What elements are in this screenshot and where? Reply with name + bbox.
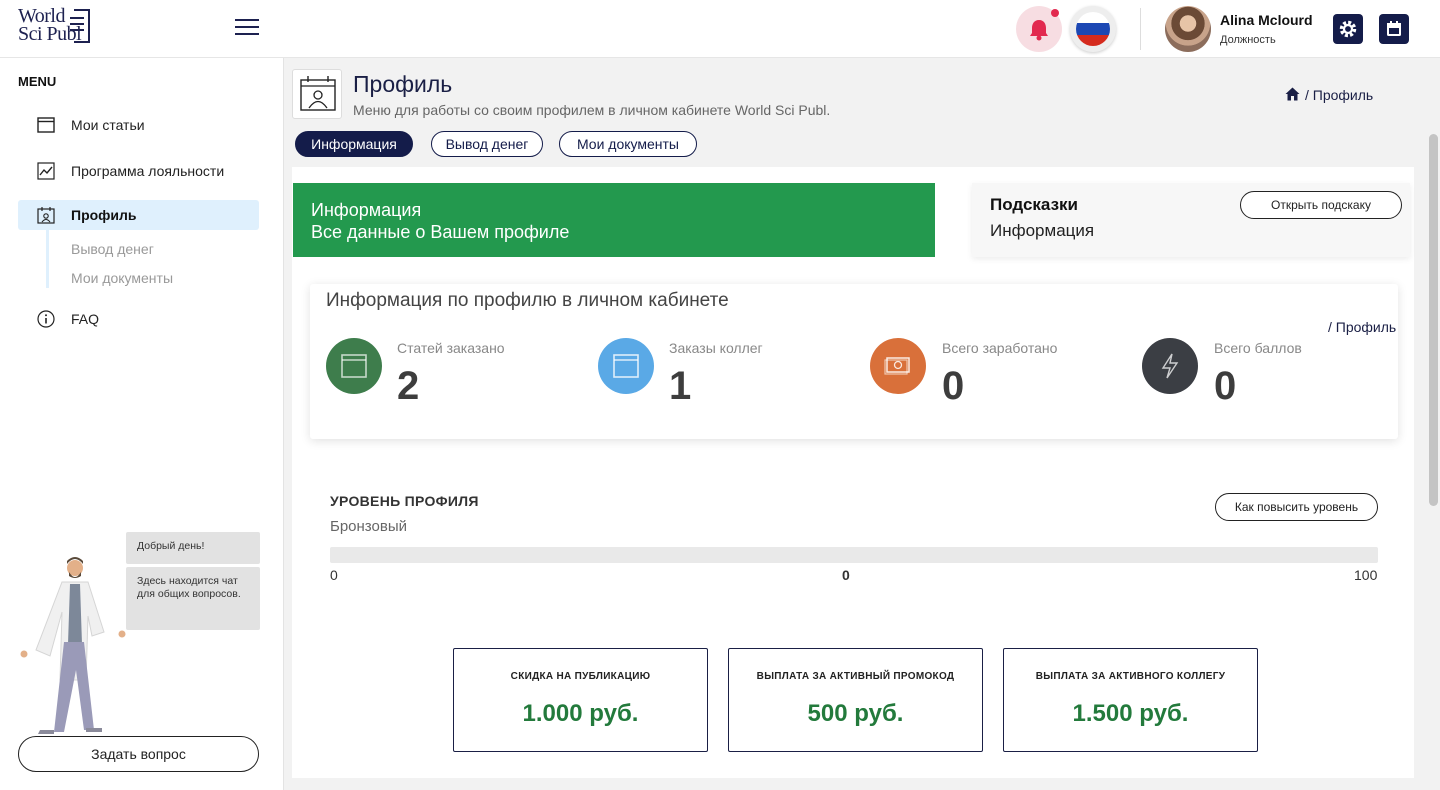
bonus-card-colleague: ВЫПЛАТА ЗА АКТИВНОГО КОЛЛЕГУ 1.500 руб.: [1003, 648, 1258, 752]
window-icon: [613, 354, 639, 378]
chart-line-icon: [37, 162, 55, 180]
settings-button[interactable]: [1333, 14, 1363, 44]
sidebar-subitem-withdraw[interactable]: Вывод денег: [71, 241, 154, 257]
profile-icon: [37, 207, 55, 224]
stat-label: Заказы коллег: [669, 340, 763, 356]
tab-information[interactable]: Информация: [295, 131, 413, 157]
chat-info-bubble: Здесь находится чат для общих вопросов.: [126, 567, 260, 630]
stat-value: 1: [669, 364, 692, 408]
article-icon: [341, 354, 367, 378]
level-title: УРОВЕНЬ ПРОФИЛЯ: [330, 493, 479, 509]
lightning-icon: [1161, 353, 1179, 379]
page-title: Профиль: [353, 71, 453, 97]
user-role: Должность: [1220, 34, 1276, 46]
russian-flag-icon: [1076, 12, 1110, 46]
doctor-illustration: [20, 557, 126, 734]
level-progress-bar: [330, 547, 1378, 563]
stats-breadcrumb[interactable]: / Профиль: [1328, 319, 1396, 335]
stat-label: Всего баллов: [1214, 340, 1302, 356]
sidebar: MENU Мои статьи Программа лояльности Про…: [0, 58, 284, 790]
sidebar-item-label: Программа лояльности: [71, 163, 225, 179]
bonus-title: ВЫПЛАТА ЗА АКТИВНЫЙ ПРОМОКОД: [756, 671, 955, 682]
scrollbar-thumb[interactable]: [1429, 134, 1438, 506]
notifications-button[interactable]: [1016, 6, 1062, 52]
sidebar-item-label: FAQ: [71, 311, 100, 327]
article-icon: [37, 117, 55, 133]
sidebar-item-label: Мои статьи: [71, 117, 145, 133]
stats-card: Информация по профилю в личном кабинете …: [310, 284, 1398, 439]
how-to-level-up-button[interactable]: Как повысить уровень: [1215, 493, 1378, 521]
bonus-card-promocode: ВЫПЛАТА ЗА АКТИВНЫЙ ПРОМОКОД 500 руб.: [728, 648, 983, 752]
sidebar-item-loyalty[interactable]: Программа лояльности: [18, 156, 259, 186]
stat-label: Всего заработано: [942, 340, 1058, 356]
level-name: Бронзовый: [330, 518, 407, 535]
hints-box: Подсказки Информация Открыть подскаку: [972, 183, 1410, 257]
info-icon: [37, 310, 55, 328]
user-name: Alina Mclourd: [1220, 12, 1313, 28]
bonus-value: 1.000 руб.: [522, 700, 639, 727]
logo[interactable]: World Sci Publ: [18, 6, 92, 45]
tab-documents[interactable]: Мои документы: [559, 131, 697, 157]
progress-max: 100: [1354, 567, 1378, 583]
stat-label: Статей заказано: [397, 340, 505, 356]
avatar[interactable]: [1165, 6, 1211, 52]
breadcrumb[interactable]: / Профиль: [1305, 87, 1373, 103]
total-earned-badge: [870, 338, 926, 394]
submenu-line: [46, 230, 49, 288]
bonus-value: 500 руб.: [807, 700, 904, 727]
info-banner-text: Все данные о Вашем профиле: [311, 222, 570, 242]
profile-icon: [300, 76, 336, 111]
bonus-title: СКИДКА НА ПУБЛИКАЦИЮ: [510, 671, 651, 682]
stat-value: 2: [397, 364, 420, 408]
sidebar-item-label: Профиль: [71, 207, 137, 223]
bonus-title: ВЫПЛАТА ЗА АКТИВНОГО КОЛЛЕГУ: [1035, 671, 1226, 682]
page-icon: [292, 69, 342, 119]
articles-ordered-badge: [326, 338, 382, 394]
logo-mark-icon: [70, 9, 90, 43]
info-banner: Информация Все данные о Вашем профиле: [293, 183, 935, 257]
calendar-icon: [1387, 21, 1401, 36]
sidebar-item-faq[interactable]: FAQ: [18, 304, 259, 334]
open-hint-button[interactable]: Открыть подскаку: [1240, 191, 1402, 219]
gear-icon: [1339, 20, 1357, 38]
calendar-button[interactable]: [1379, 14, 1409, 44]
money-icon: [884, 357, 910, 375]
sidebar-item-profile[interactable]: Профиль: [18, 200, 259, 230]
chat-greeting-bubble: Добрый день!: [126, 532, 260, 564]
sidebar-subitem-documents[interactable]: Мои документы: [71, 270, 173, 286]
bonus-card-discount: СКИДКА НА ПУБЛИКАЦИЮ 1.000 руб.: [453, 648, 708, 752]
bonus-value: 1.500 руб.: [1072, 700, 1189, 727]
progress-current: 0: [842, 567, 850, 583]
notification-dot: [1051, 9, 1059, 17]
top-bar: World Sci Publ Alina Mclourd Должность: [0, 0, 1440, 58]
info-banner-title: Информация: [311, 200, 422, 220]
stat-value: 0: [942, 364, 965, 408]
hamburger-menu-icon[interactable]: [235, 19, 259, 35]
tab-withdraw[interactable]: Вывод денег: [431, 131, 543, 157]
colleague-orders-badge: [598, 338, 654, 394]
page-subtitle: Меню для работы со своим профилем в личн…: [353, 102, 831, 118]
stat-value: 0: [1214, 364, 1237, 408]
total-points-badge: [1142, 338, 1198, 394]
menu-title: MENU: [18, 74, 57, 89]
hints-text: Информация: [990, 221, 1095, 240]
home-icon[interactable]: [1285, 87, 1300, 101]
progress-min: 0: [330, 567, 338, 583]
hints-title: Подсказки: [990, 195, 1078, 214]
stats-title: Информация по профилю в личном кабинете: [326, 290, 729, 311]
ask-question-button[interactable]: Задать вопрос: [18, 736, 259, 772]
header-divider: [1140, 8, 1141, 50]
sidebar-item-articles[interactable]: Мои статьи: [18, 110, 259, 140]
language-button[interactable]: [1070, 6, 1116, 52]
